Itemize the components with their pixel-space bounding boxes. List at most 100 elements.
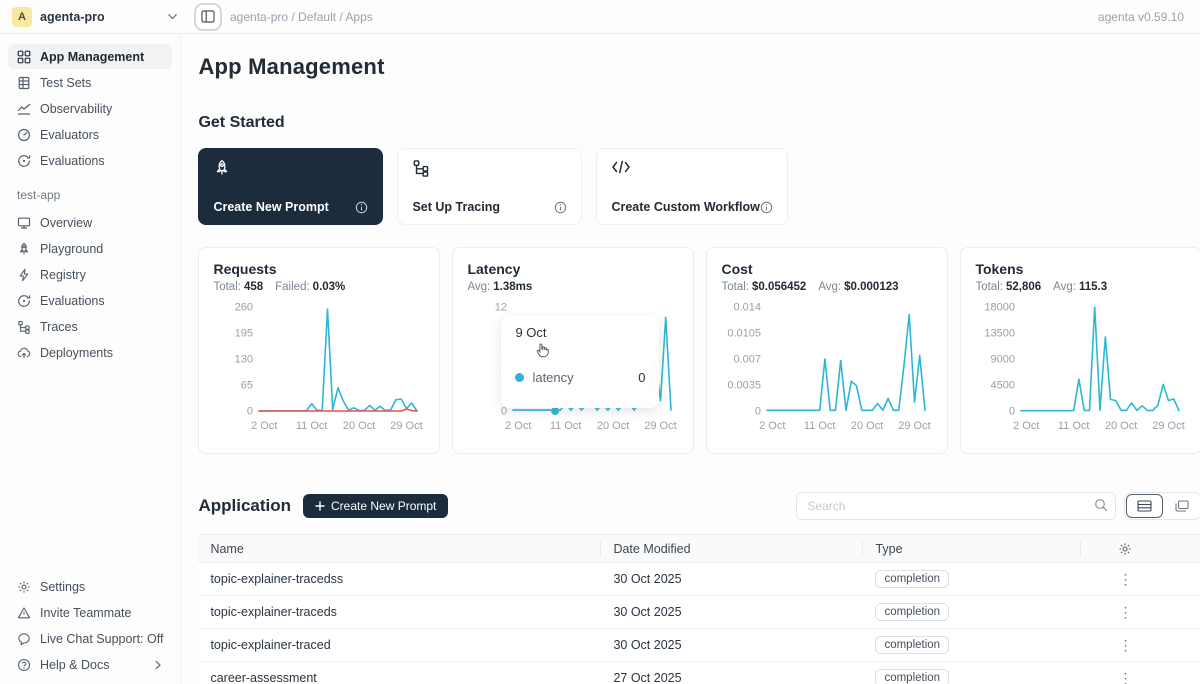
sidebar-item-label: App Management: [40, 50, 144, 64]
get-started-title: Get Started: [198, 114, 1200, 132]
table-view-button[interactable]: [1126, 494, 1163, 518]
column-header-name: Name: [198, 540, 601, 557]
evaluations-icon: [17, 154, 31, 168]
svg-text:0.0105: 0.0105: [728, 328, 762, 340]
svg-text:11 Oct: 11 Oct: [296, 420, 328, 432]
sidebar-item-label: Live Chat Support: Off: [40, 632, 163, 646]
create-new-prompt-button[interactable]: Create New Prompt: [303, 494, 448, 518]
svg-text:0.0035: 0.0035: [728, 380, 762, 392]
chevron-right-icon: [153, 660, 163, 670]
chart-title: Cost: [721, 261, 933, 277]
main-content: App Management Get Started Create New Pr…: [181, 34, 1200, 684]
sidebar-item-label: Invite Teammate: [40, 606, 131, 620]
sidebar-item-label: Playground: [40, 242, 103, 256]
row-menu-button[interactable]: ⋮: [1093, 605, 1157, 619]
sidebar-item-registry[interactable]: Registry: [8, 262, 172, 287]
sidebar-item-evaluations[interactable]: Evaluations: [8, 148, 172, 173]
type-badge: completion: [875, 570, 949, 588]
sidebar-item-app-management[interactable]: App Management: [8, 44, 172, 69]
tooltip-series-name: latency: [532, 370, 573, 385]
svg-text:0.014: 0.014: [734, 302, 762, 314]
breadcrumb[interactable]: agenta-pro / Default / Apps: [230, 10, 373, 24]
svg-text:260: 260: [235, 302, 253, 314]
get-started-cards: Create New Prompt Set Up Tracing Create …: [198, 148, 1200, 225]
card-label: Create New Prompt: [213, 200, 328, 214]
sidebar-item-label: Registry: [40, 268, 86, 282]
page-title: App Management: [198, 54, 1200, 80]
column-settings[interactable]: [1081, 540, 1169, 557]
sidebar-item-playground[interactable]: Playground: [8, 236, 172, 261]
chart-stat: Avg:115.3: [1053, 281, 1107, 293]
svg-text:0: 0: [1009, 406, 1015, 418]
sidebar-item-overview[interactable]: Overview: [8, 210, 172, 235]
sidebar-item-label: Settings: [40, 580, 85, 594]
rocket-icon: [213, 159, 231, 177]
chart-stat: Avg:$0.000123: [818, 281, 898, 293]
type-badge: completion: [875, 636, 949, 654]
svg-text:20 Oct: 20 Oct: [851, 420, 883, 432]
svg-text:29 Oct: 29 Oct: [899, 420, 931, 432]
info-icon[interactable]: [554, 201, 567, 214]
table-row[interactable]: topic-explainer-traceds30 Oct 2025comple…: [198, 596, 1200, 629]
type-cell: completion: [863, 636, 1081, 654]
card-label: Set Up Tracing: [412, 200, 500, 214]
svg-text:11 Oct: 11 Oct: [550, 420, 582, 432]
chart-plot: 00.00350.0070.01050.0142 Oct11 Oct20 Oct…: [721, 299, 933, 441]
topbar: A agenta-pro agenta-pro / Default / Apps…: [0, 0, 1200, 34]
sidebar-collapse-button[interactable]: [194, 3, 222, 31]
type-cell: completion: [863, 669, 1081, 684]
app-name-cell: career-assessment: [198, 671, 601, 684]
app-name-cell: topic-explainer-traceds: [198, 605, 601, 619]
svg-text:29 Oct: 29 Oct: [645, 420, 677, 432]
sidebar-item-traces[interactable]: Traces: [8, 314, 172, 339]
svg-text:2 Oct: 2 Oct: [506, 420, 532, 432]
row-actions-cell: ⋮: [1081, 572, 1169, 586]
workspace-selector[interactable]: A agenta-pro: [0, 7, 190, 27]
sidebar-item-observability[interactable]: Observability: [8, 96, 172, 121]
column-header-type: Type: [863, 540, 1081, 557]
cost-chart-card: Cost Total:$0.056452Avg:$0.000123 00.003…: [706, 247, 948, 454]
sidebar-item-label: Help & Docs: [40, 658, 109, 672]
search-input[interactable]: [796, 492, 1116, 520]
sidebar-item-live-chat-support[interactable]: Live Chat Support: Off: [8, 626, 172, 651]
chart-stat: Failed:0.03%: [275, 281, 345, 293]
monitor-icon: [17, 216, 31, 230]
sidebar-item-help-docs[interactable]: Help & Docs: [8, 652, 172, 677]
svg-text:13500: 13500: [985, 328, 1016, 340]
sidebar-footer: Settings Invite Teammate Live Chat Suppo…: [0, 574, 180, 678]
sidebar-item-label: Evaluations: [40, 154, 105, 168]
sidebar-item-label: Observability: [40, 102, 112, 116]
applications-table: Name Date Modified Type topic-explainer-…: [198, 534, 1200, 684]
sidebar-item-label: Evaluations: [40, 294, 105, 308]
row-menu-button[interactable]: ⋮: [1093, 671, 1157, 684]
info-icon[interactable]: [760, 201, 773, 214]
type-cell: completion: [863, 603, 1081, 621]
svg-text:18000: 18000: [985, 302, 1016, 314]
sidebar-item-label: Test Sets: [40, 76, 91, 90]
row-menu-button[interactable]: ⋮: [1093, 638, 1157, 652]
set-up-tracing-card[interactable]: Set Up Tracing: [397, 148, 582, 225]
sidebar-item-evaluators[interactable]: Evaluators: [8, 122, 172, 147]
svg-text:2 Oct: 2 Oct: [760, 420, 786, 432]
row-menu-button[interactable]: ⋮: [1093, 572, 1157, 586]
table-row[interactable]: topic-explainer-traced30 Oct 2025complet…: [198, 629, 1200, 662]
date-modified-cell: 27 Oct 2025: [601, 671, 863, 684]
svg-text:20 Oct: 20 Oct: [597, 420, 629, 432]
view-toggle: [1124, 492, 1200, 520]
sidebar-item-deployments[interactable]: Deployments: [8, 340, 172, 365]
svg-text:195: 195: [235, 328, 253, 340]
create-new-prompt-card[interactable]: Create New Prompt: [198, 148, 383, 225]
table-view-icon: [1137, 500, 1152, 512]
chart-tooltip: 9 Oct latency 0: [501, 316, 659, 408]
sidebar-item-evaluations-app[interactable]: Evaluations: [8, 288, 172, 313]
plus-icon: [315, 501, 325, 511]
create-custom-workflow-card[interactable]: Create Custom Workflow: [596, 148, 788, 225]
card-view-button[interactable]: [1163, 494, 1200, 518]
info-icon[interactable]: [355, 201, 368, 214]
sidebar-item-settings[interactable]: Settings: [8, 574, 172, 599]
sidebar-item-test-sets[interactable]: Test Sets: [8, 70, 172, 95]
svg-text:12: 12: [495, 302, 507, 314]
table-row[interactable]: topic-explainer-tracedss30 Oct 2025compl…: [198, 563, 1200, 596]
sidebar-item-invite-teammate[interactable]: Invite Teammate: [8, 600, 172, 625]
table-row[interactable]: career-assessment27 Oct 2025completion ⋮: [198, 662, 1200, 684]
